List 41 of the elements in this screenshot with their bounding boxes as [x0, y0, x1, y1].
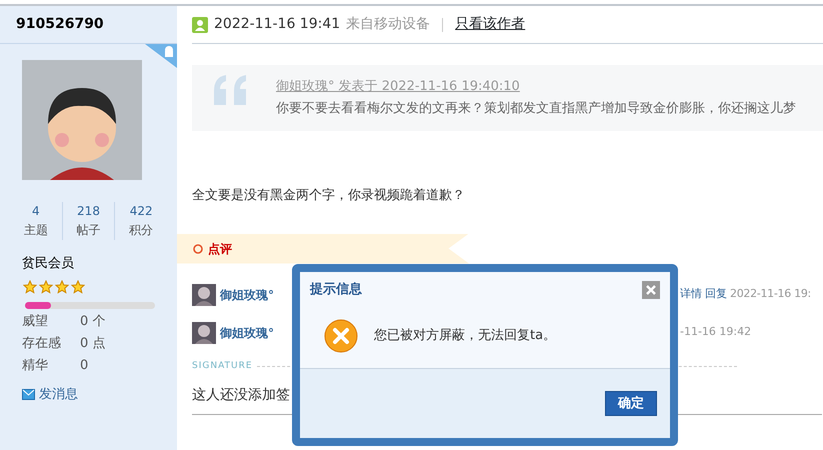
post-body: 全文要是没有黑金两个字，你录视频跪着道歉？ [192, 187, 466, 205]
close-icon [646, 284, 656, 295]
user-group: 贫民会员 [22, 254, 177, 274]
post-time: 2022-11-16 19:41 [214, 15, 340, 34]
field-label: 存在感 [22, 334, 62, 353]
stat-value: 4 [31, 203, 41, 220]
quote-text: 你要不要去看看梅尔文发的文再来？策划都发文直指黑产增加导致金价膨胀，你还搁这儿梦 [276, 100, 796, 118]
signature-text: 这人还没添加签 [192, 386, 290, 405]
send-message-link[interactable]: 发消息 [39, 384, 78, 404]
stat-label: 帖子 [76, 222, 102, 240]
star-icon [55, 280, 69, 294]
field-value: 0 点 [80, 334, 106, 353]
envelope-icon [22, 389, 35, 400]
comment-tab-label: 点评 [208, 240, 232, 258]
stat-value: 218 [76, 203, 101, 220]
comment-action-link[interactable]: 详情 [680, 286, 702, 303]
stat-label: 主题 [22, 222, 49, 240]
circle-icon [193, 244, 203, 254]
stat-label: 积分 [128, 222, 154, 240]
close-button[interactable] [642, 280, 660, 299]
comment-time: 2022-11-16 19: [730, 286, 811, 302]
comment-time: -11-16 19:42 [680, 324, 752, 340]
only-author-link[interactable]: 只看该作者 [455, 14, 526, 35]
user-icon [192, 16, 208, 32]
post-source: 来自移动设备 [346, 15, 430, 34]
field-value: 0 个 [80, 312, 106, 331]
dialog-title: 提示信息 [310, 281, 362, 299]
commenter-name: 御姐玫瑰° [220, 324, 274, 342]
star-icon [71, 280, 85, 294]
error-icon [324, 318, 358, 352]
star-icon [39, 280, 53, 294]
stat-value: 422 [128, 203, 154, 220]
signature-label: SIGNATURE [192, 360, 253, 372]
dialog-message: 您已被对方屏蔽，无法回复ta。 [374, 326, 556, 345]
field-label: 精华 [22, 356, 49, 375]
confirm-button[interactable]: 确定 [605, 390, 657, 416]
comment-action-link[interactable]: 回复 [705, 286, 727, 303]
field-value: 0 [80, 356, 88, 375]
commenter-name: 御姐玫瑰° [220, 286, 274, 304]
star-icon [23, 280, 37, 294]
field-label: 威望 [22, 312, 49, 331]
